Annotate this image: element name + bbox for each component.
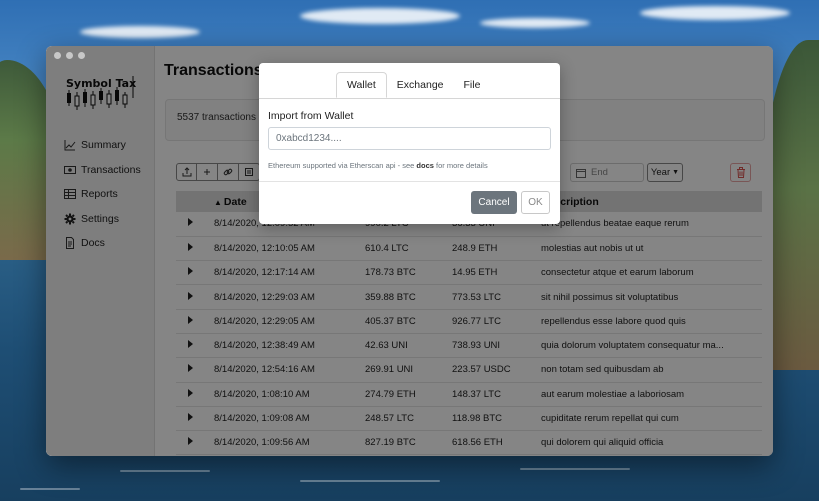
wave [20,488,80,490]
wave [120,470,210,472]
wallet-address-input[interactable] [268,127,551,150]
cloud [80,26,200,38]
minimize-window-button[interactable] [66,52,73,59]
window-controls [54,52,85,59]
docs-link[interactable]: docs [416,161,434,170]
wave [300,480,440,482]
close-window-button[interactable] [54,52,61,59]
help-text: Ethereum supported via Etherscan api - s… [268,161,488,170]
cloud [300,8,460,24]
tabs-divider [259,98,560,99]
wave [520,468,630,470]
import-modal: Wallet Exchange File Import from Wallet … [259,63,560,224]
maximize-window-button[interactable] [78,52,85,59]
tab-wallet[interactable]: Wallet [336,72,387,98]
cloud [640,6,790,20]
import-tabs: Wallet Exchange File [336,72,490,98]
modal-footer-divider [259,181,560,182]
cancel-button[interactable]: Cancel [471,191,517,214]
cloud [480,18,590,28]
tab-exchange[interactable]: Exchange [387,72,454,98]
ok-button[interactable]: OK [521,191,550,214]
tab-file[interactable]: File [454,72,491,98]
import-wallet-label: Import from Wallet [268,110,354,122]
